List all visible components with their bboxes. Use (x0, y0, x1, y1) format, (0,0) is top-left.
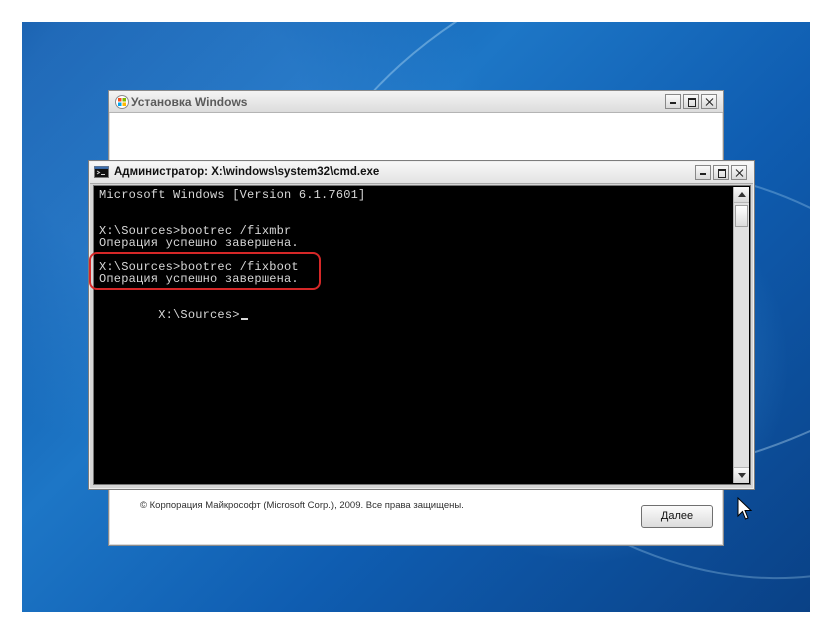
minimize-icon[interactable] (665, 94, 681, 109)
console-line-fixboot-result: Операция успешно завершена. (99, 272, 299, 286)
console-prompt-text: X:\Sources> (158, 308, 240, 322)
vertical-scrollbar[interactable] (733, 187, 749, 483)
close-icon[interactable] (701, 94, 717, 109)
command-prompt-window: Администратор: X:\windows\system32\cmd.e… (88, 160, 755, 490)
setup-titlebar: Установка Windows (109, 91, 723, 113)
scroll-down-icon[interactable] (734, 467, 749, 483)
console-line-version: Microsoft Windows [Version 6.1.7601] (99, 188, 366, 202)
console-line-prompt: X:\Sources> (99, 297, 248, 333)
maximize-icon[interactable] (683, 94, 699, 109)
setup-window-title: Установка Windows (131, 95, 248, 109)
cmd-window-controls (695, 165, 747, 180)
cursor-icon (240, 318, 248, 320)
cmd-titlebar: Администратор: X:\windows\system32\cmd.e… (90, 162, 753, 184)
close-icon[interactable] (731, 165, 747, 180)
setup-window-controls (665, 94, 717, 109)
windows-setup-icon (115, 95, 129, 109)
scroll-up-icon[interactable] (734, 187, 749, 203)
console-frame: Microsoft Windows [Version 6.1.7601] X:\… (89, 185, 751, 485)
console-output[interactable]: Microsoft Windows [Version 6.1.7601] X:\… (89, 187, 734, 483)
maximize-icon[interactable] (713, 165, 729, 180)
next-button[interactable]: Далее (641, 505, 713, 528)
scroll-thumb[interactable] (735, 205, 748, 227)
command-prompt-icon (94, 166, 109, 178)
cmd-window-title: Администратор: X:\windows\system32\cmd.e… (114, 166, 380, 178)
mouse-pointer-icon (737, 497, 753, 520)
setup-copyright-text: © Корпорация Майкрософт (Microsoft Corp.… (140, 500, 464, 511)
minimize-icon[interactable] (695, 165, 711, 180)
console-line-fixmbr-result: Операция успешно завершена. (99, 236, 299, 250)
